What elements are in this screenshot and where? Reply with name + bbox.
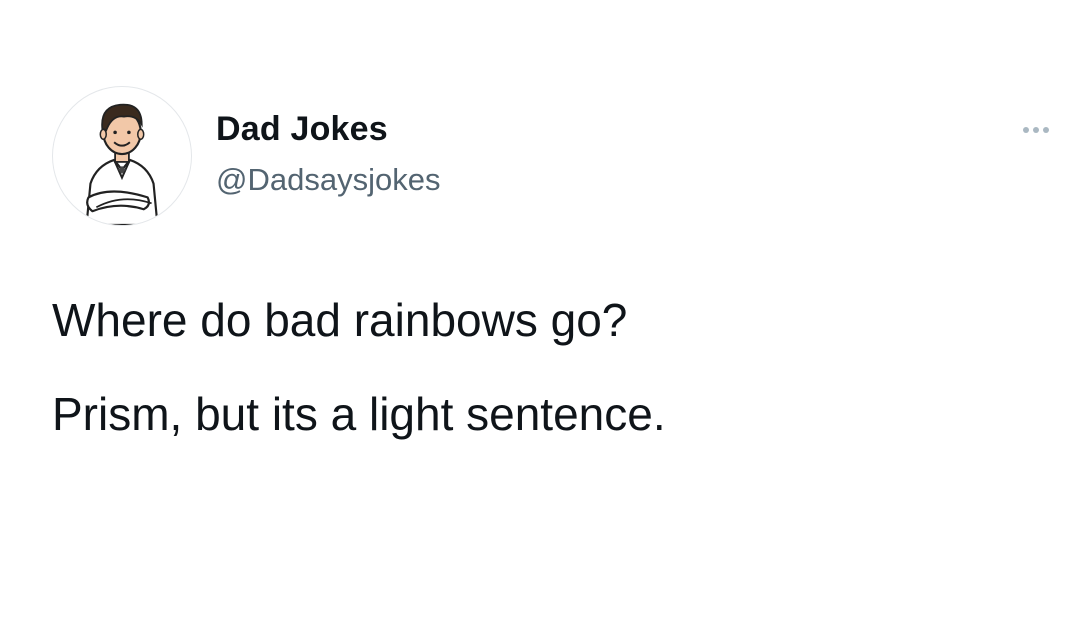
avatar[interactable]	[52, 86, 192, 226]
tweet-line-question: Where do bad rainbows go?	[52, 294, 628, 346]
ellipsis-icon	[1043, 127, 1049, 133]
author-info: Dad Jokes @Dadsaysjokes	[216, 108, 440, 200]
more-options-button[interactable]	[1012, 118, 1060, 142]
tweet-text: Where do bad rainbows go? Prism, but its…	[52, 292, 1032, 480]
user-handle[interactable]: @Dadsaysjokes	[216, 160, 440, 200]
ellipsis-icon	[1023, 127, 1029, 133]
ellipsis-icon	[1033, 127, 1039, 133]
tweet-card: Dad Jokes @Dadsaysjokes Where do bad rai…	[0, 0, 1080, 626]
display-name[interactable]: Dad Jokes	[216, 108, 440, 150]
avatar-man-icon	[85, 103, 159, 225]
tweet-line-punchline: Prism, but its a light sentence.	[52, 388, 666, 440]
